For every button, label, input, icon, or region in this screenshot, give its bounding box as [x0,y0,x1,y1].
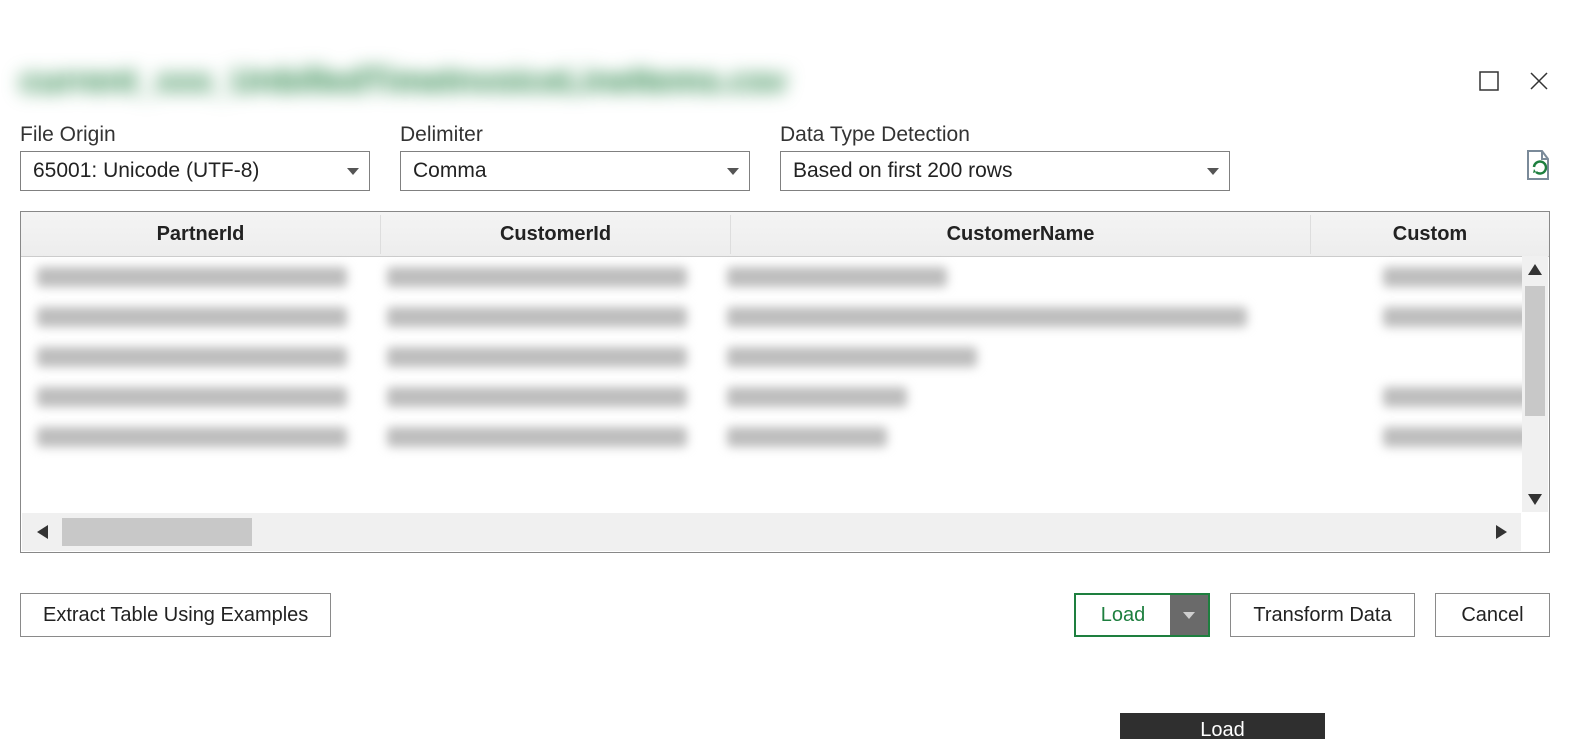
scroll-right-button[interactable] [1481,513,1521,551]
load-split-button: Load [1074,593,1210,637]
options-row: File Origin 65001: Unicode (UTF-8) Delim… [20,123,1550,191]
detection-value: Based on first 200 rows [793,159,1012,183]
file-title: current_xxx_UnbilledTimeInvoiceLineItems… [20,62,1550,101]
chevron-right-icon [1496,525,1507,539]
delimiter-value: Comma [413,159,487,183]
table-row [21,337,1549,377]
detection-label: Data Type Detection [780,123,1230,147]
vertical-scroll-thumb[interactable] [1525,286,1545,416]
chevron-up-icon [1528,264,1542,275]
file-origin-dropdown[interactable]: 65001: Unicode (UTF-8) [20,151,370,191]
column-header-customerid[interactable]: CustomerId [381,215,731,254]
table-row [21,417,1549,457]
chevron-down-icon [727,168,739,175]
detection-dropdown[interactable]: Based on first 200 rows [780,151,1230,191]
refresh-icon [1522,149,1550,181]
column-header-customername[interactable]: CustomerName [731,215,1311,254]
refresh-preview-button[interactable] [1522,149,1550,191]
extract-table-button[interactable]: Extract Table Using Examples [20,593,331,637]
table-row [21,257,1549,297]
table-row [21,297,1549,337]
column-header-partnerid[interactable]: PartnerId [21,215,381,254]
scroll-down-button[interactable] [1522,486,1548,512]
delimiter-dropdown[interactable]: Comma [400,151,750,191]
horizontal-scroll-thumb[interactable] [62,518,252,546]
preview-header-row: PartnerId CustomerId CustomerName Custom [21,212,1549,257]
scroll-left-button[interactable] [22,513,62,551]
transform-data-button[interactable]: Transform Data [1230,593,1415,637]
horizontal-scroll-track[interactable] [62,513,1481,551]
chevron-down-icon [347,168,359,175]
csv-import-dialog: current_xxx_UnbilledTimeInvoiceLineItems… [0,62,1570,739]
chevron-left-icon [37,525,48,539]
file-origin-option: File Origin 65001: Unicode (UTF-8) [20,123,370,191]
preview-body [21,257,1549,487]
data-preview: PartnerId CustomerId CustomerName Custom [20,211,1550,553]
chevron-down-icon [1207,168,1219,175]
column-header-custom[interactable]: Custom [1311,215,1549,254]
load-dropdown-menu: Load Load To... [1120,713,1325,739]
delimiter-option: Delimiter Comma [400,123,750,191]
scroll-up-button[interactable] [1522,256,1548,282]
chevron-down-icon [1183,612,1195,619]
horizontal-scrollbar[interactable] [22,513,1521,551]
cancel-button[interactable]: Cancel [1435,593,1550,637]
detection-option: Data Type Detection Based on first 200 r… [780,123,1230,191]
file-origin-value: 65001: Unicode (UTF-8) [33,159,259,183]
dialog-footer: Extract Table Using Examples Load Transf… [20,593,1550,637]
vertical-scrollbar[interactable] [1522,256,1548,512]
menu-item-load[interactable]: Load [1120,713,1325,739]
load-button[interactable]: Load [1076,595,1170,635]
file-origin-label: File Origin [20,123,370,147]
table-row [21,377,1549,417]
load-dropdown-toggle[interactable] [1170,595,1208,635]
delimiter-label: Delimiter [400,123,750,147]
chevron-down-icon [1528,494,1542,505]
